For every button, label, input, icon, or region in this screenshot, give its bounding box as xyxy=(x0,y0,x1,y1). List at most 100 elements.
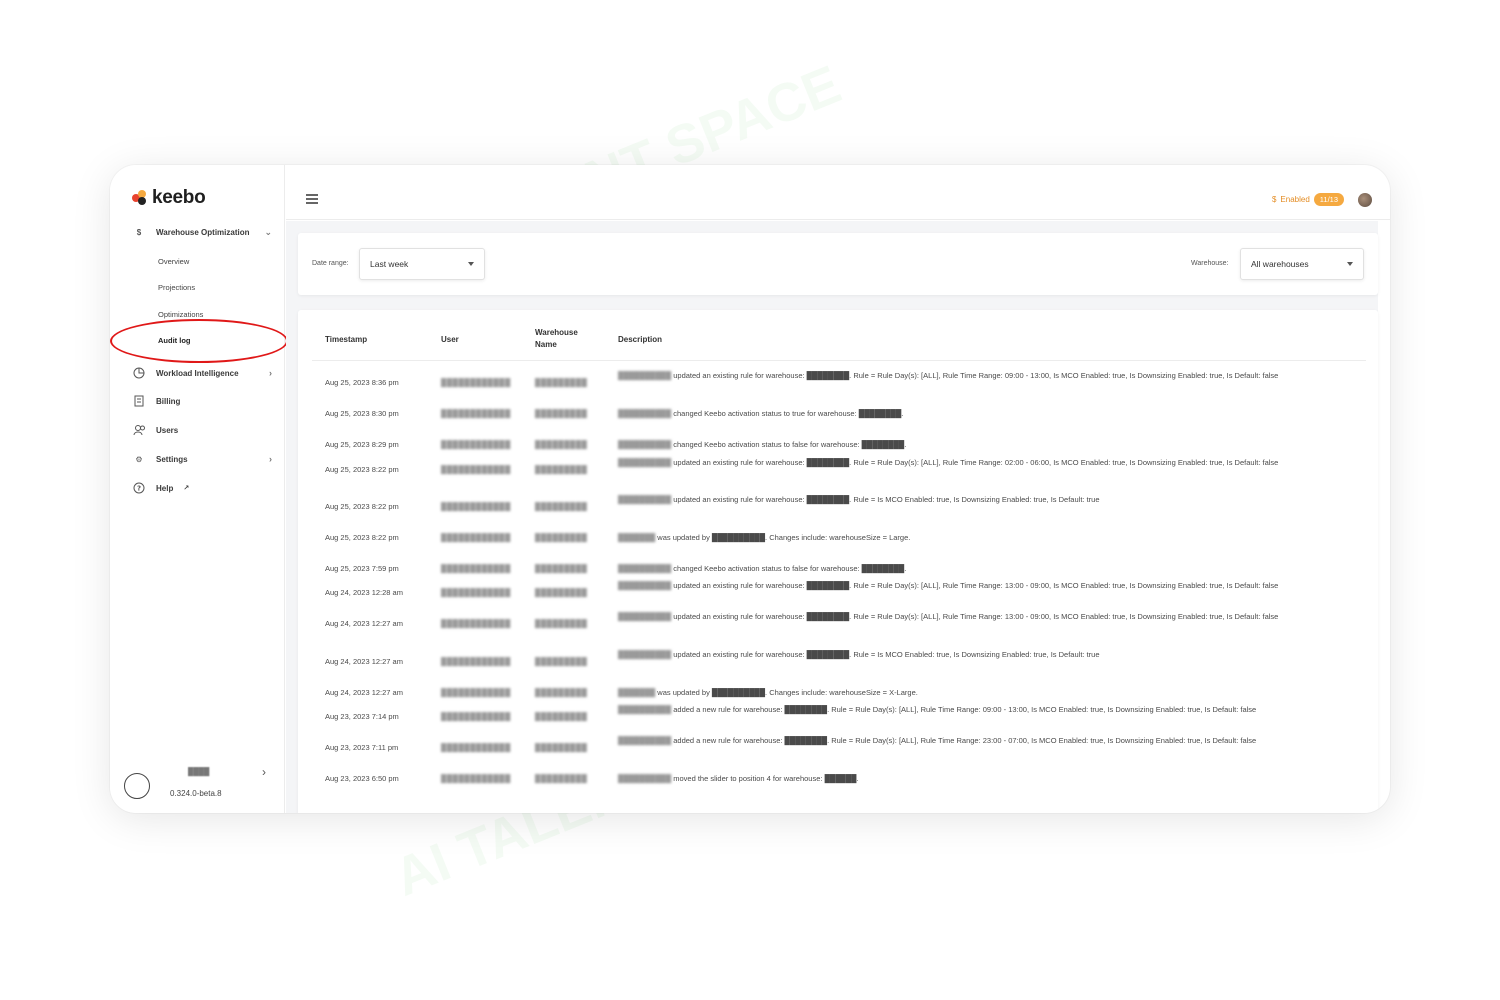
table-row[interactable]: Aug 25, 2023 8:36 pm ████████████ ████████… xyxy=(298,368,1378,399)
nav-billing[interactable]: Billing xyxy=(132,394,272,408)
chevron-down-icon: ⌄ xyxy=(264,226,272,237)
nav-help[interactable]: ? Help ↗ xyxy=(132,481,272,495)
description-cell: ██████████ updated an existing rule for … xyxy=(618,369,1358,383)
description-cell: ██████████ changed Keebo activation stat… xyxy=(618,407,1358,421)
warehouse-cell: █████████ xyxy=(535,774,588,783)
user-cell: ████████████ xyxy=(441,409,511,418)
timestamp-cell: Aug 24, 2023 12:27 am xyxy=(325,688,403,697)
timestamp-cell: Aug 25, 2023 8:22 pm xyxy=(325,465,399,474)
description-text: updated an existing rule for warehouse: … xyxy=(673,650,1100,659)
account-avatar-icon[interactable] xyxy=(124,773,150,799)
nav-workload-intelligence[interactable]: Workload Intelligence › xyxy=(132,366,272,380)
enabled-label: Enabled xyxy=(1280,195,1310,204)
highlight-circle xyxy=(110,319,288,363)
caret-down-icon xyxy=(1347,262,1353,266)
table-row[interactable]: Aug 24, 2023 12:27 am ████████████ ███████… xyxy=(298,647,1378,678)
nav-warehouse-optimization[interactable]: $ Warehouse Optimization ⌄ xyxy=(132,225,272,239)
dollar-icon: $ xyxy=(136,227,142,237)
keebo-logo-icon xyxy=(132,190,148,206)
timestamp-cell: Aug 25, 2023 8:29 pm xyxy=(325,440,399,449)
chevron-right-icon: › xyxy=(269,368,272,378)
timestamp-cell: Aug 23, 2023 7:11 pm xyxy=(325,743,399,752)
table-row[interactable]: Aug 25, 2023 8:22 pm ████████████ ████████… xyxy=(298,523,1378,554)
description-text: was updated by ██████████. Changes inclu… xyxy=(657,533,911,542)
timestamp-cell: Aug 25, 2023 8:30 pm xyxy=(325,409,399,418)
description-text: was updated by ██████████. Changes inclu… xyxy=(657,688,918,697)
menu-icon[interactable] xyxy=(306,194,318,206)
filter-bar: Date range: Last week Warehouse: All war… xyxy=(298,233,1378,295)
warehouse-cell: █████████ xyxy=(535,712,588,721)
description-cell: ██████████ changed Keebo activation stat… xyxy=(618,438,1358,452)
table-row[interactable]: Aug 23, 2023 7:11 pm ████████████ ████████… xyxy=(298,733,1378,764)
main-content: Date range: Last week Warehouse: All war… xyxy=(286,221,1378,813)
actor-name: ██████████ xyxy=(618,409,672,418)
description-text: changed Keebo activation status to true … xyxy=(673,409,904,418)
nav-label: Workload Intelligence xyxy=(156,368,239,378)
header-divider xyxy=(312,360,1366,361)
top-bar: $ Enabled 11/13 xyxy=(286,165,1390,220)
user-cell: ████████████ xyxy=(441,657,511,666)
timestamp-cell: Aug 25, 2023 8:36 pm xyxy=(325,378,399,387)
description-cell: ██████████ added a new rule for warehous… xyxy=(618,703,1358,717)
description-text: moved the slider to position 4 for wareh… xyxy=(673,774,859,783)
column-header-warehouse-name: Warehouse Name xyxy=(535,328,578,349)
description-text: updated an existing rule for warehouse: … xyxy=(673,371,1279,380)
table-row[interactable]: Aug 25, 2023 8:22 pm ████████████ ████████… xyxy=(298,492,1378,523)
description-text: updated an existing rule for warehouse: … xyxy=(673,458,1279,467)
description-cell: ██████████ updated an existing rule for … xyxy=(618,648,1358,662)
table-row[interactable]: Aug 24, 2023 12:27 am ████████████ ███████… xyxy=(298,609,1378,640)
column-header-timestamp: Timestamp xyxy=(325,335,368,344)
nav-label: Users xyxy=(156,425,179,435)
brand-logo[interactable]: keebo xyxy=(132,187,206,209)
table-row[interactable]: Aug 23, 2023 7:14 pm ████████████ ████████… xyxy=(298,702,1378,733)
timestamp-cell: Aug 23, 2023 6:50 pm xyxy=(325,774,399,783)
description-cell: ███████ was updated by ██████████. Chang… xyxy=(618,531,1358,545)
warehouse-cell: █████████ xyxy=(535,465,588,474)
table-row[interactable]: Aug 25, 2023 8:30 pm ████████████ ████████… xyxy=(298,399,1378,430)
timestamp-cell: Aug 25, 2023 8:22 pm xyxy=(325,502,399,511)
user-cell: ████████████ xyxy=(441,378,511,387)
warehouse-select[interactable]: All warehouses xyxy=(1240,248,1364,280)
table-row[interactable]: Aug 23, 2023 6:50 pm ████████████ ████████… xyxy=(298,764,1378,795)
svg-text:?: ? xyxy=(137,485,141,493)
warehouse-cell: █████████ xyxy=(535,440,588,449)
enabled-status[interactable]: $ Enabled 11/13 xyxy=(1272,193,1344,206)
description-text: changed Keebo activation status to false… xyxy=(673,440,907,449)
user-cell: ████████████ xyxy=(441,712,511,721)
actor-name: ██████████ xyxy=(618,371,672,380)
nav-overview[interactable]: Overview xyxy=(158,257,189,266)
nav-optimizations[interactable]: Optimizations xyxy=(158,310,203,319)
gear-icon: ⚙ xyxy=(135,454,143,464)
nav-label: Billing xyxy=(156,396,181,406)
warehouse-cell: █████████ xyxy=(535,564,588,573)
user-cell: ████████████ xyxy=(441,588,511,597)
help-icon: ? xyxy=(132,481,146,495)
date-range-value: Last week xyxy=(370,259,409,269)
pie-chart-icon xyxy=(132,366,146,380)
timestamp-cell: Aug 25, 2023 7:59 pm xyxy=(325,564,399,573)
user-avatar[interactable] xyxy=(1358,193,1372,207)
column-header-user: User xyxy=(441,335,459,344)
actor-name: ██████████ xyxy=(618,774,672,783)
description-cell: ██████████ updated an existing rule for … xyxy=(618,456,1358,470)
user-cell: ████████████ xyxy=(441,774,511,783)
nav-users[interactable]: Users xyxy=(132,423,272,437)
description-cell: ██████████ changed Keebo activation stat… xyxy=(618,562,1358,576)
chevron-right-icon[interactable]: › xyxy=(262,765,266,779)
actor-name: ██████████ xyxy=(618,495,672,504)
description-cell: ██████████ added a new rule for warehous… xyxy=(618,734,1358,748)
table-row[interactable]: Aug 25, 2023 8:22 pm ████████████ ████████… xyxy=(298,455,1378,486)
actor-name: ██████████ xyxy=(618,564,672,573)
date-range-select[interactable]: Last week xyxy=(359,248,485,280)
table-row[interactable]: Aug 24, 2023 12:28 am ████████████ ███████… xyxy=(298,578,1378,609)
nav-projections[interactable]: Projections xyxy=(158,283,195,292)
timestamp-cell: Aug 24, 2023 12:28 am xyxy=(325,588,403,597)
caret-down-icon xyxy=(468,262,474,266)
actor-name: ██████████ xyxy=(618,458,672,467)
description-cell: ██████████ updated an existing rule for … xyxy=(618,610,1358,624)
description-cell: ██████████ moved the slider to position … xyxy=(618,772,1358,786)
nav-label: Settings xyxy=(156,454,188,464)
user-cell: ████████████ xyxy=(441,688,511,697)
enabled-count-badge: 11/13 xyxy=(1313,193,1344,206)
nav-settings[interactable]: ⚙ Settings › xyxy=(132,452,272,466)
